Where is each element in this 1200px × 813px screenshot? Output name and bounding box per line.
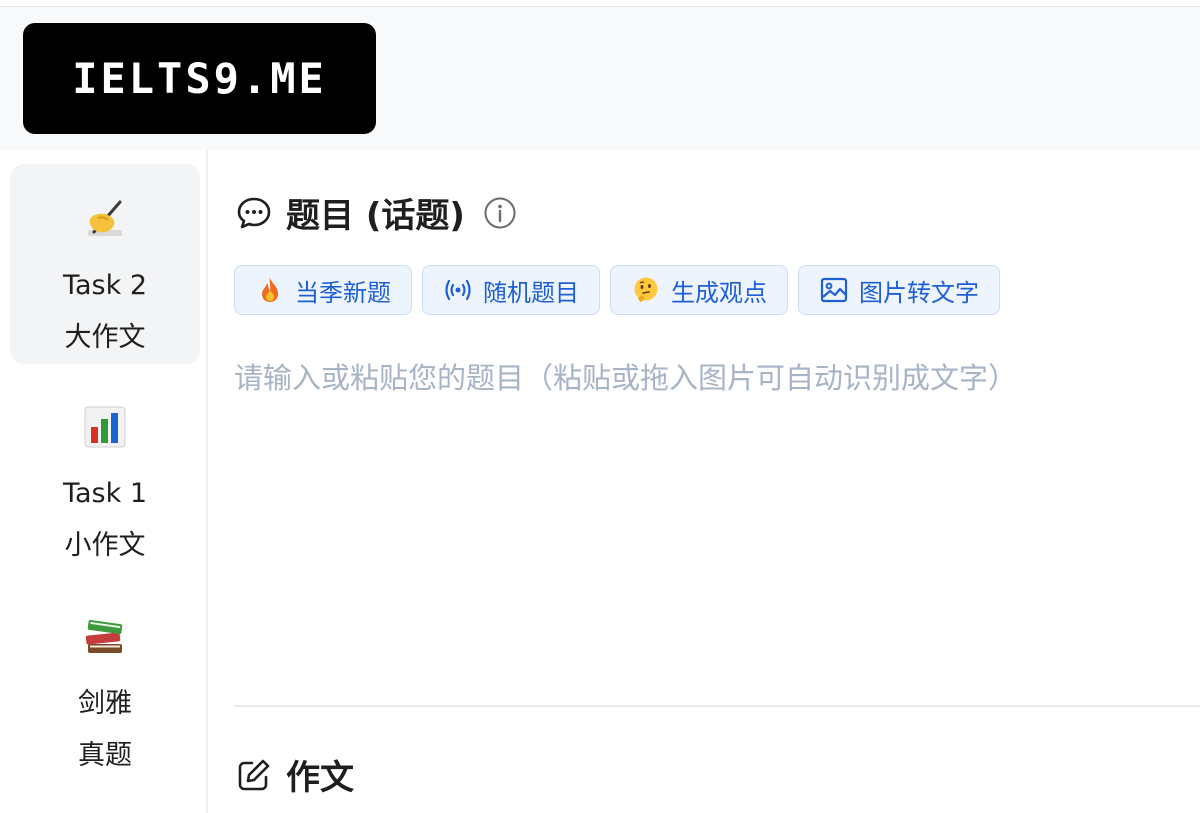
sidebar-item-title: Task 2 [62,270,148,301]
image-to-text-label: 图片转文字 [859,278,979,307]
topic-heading: 题目 (话题) [236,188,517,237]
random-topic-label: 随机题目 [483,278,579,307]
sidebar-item-subtitle: 大作文 [64,322,146,353]
sidebar-item-label: 剑雅 真题 [78,678,132,782]
sidebar-item-title: Task 1 [62,478,148,509]
logo[interactable]: IELTS9.ME [23,23,376,134]
topic-actions: 当季新题 随机题目 生成观点 图片转文字 [234,265,1010,319]
topic-title: 题目 (话题) [286,196,465,236]
random-topic-button[interactable]: 随机题目 [422,265,600,315]
info-icon[interactable] [483,196,517,230]
section-divider [234,705,1200,707]
header: IELTS9.ME [0,7,1200,150]
image-to-text-button[interactable]: 图片转文字 [798,265,1000,315]
sidebar-item-label: Task 2 大作文 [63,260,147,364]
sidebar-item-task2[interactable]: Task 2 大作文 [10,164,200,364]
sidebar-item-task1[interactable]: Task 1 小作文 [10,372,200,572]
thinking-face-icon [631,275,661,305]
sidebar-item-label: Task 1 小作文 [63,468,147,572]
sidebar-item-cambridge[interactable]: 剑雅 真题 [10,582,200,782]
main-content: 题目 (话题) 当季新题 随机题目 生成观点 图片转文字 请输入或粘贴您的题目（… [208,150,1200,813]
generate-ideas-button[interactable]: 生成观点 [610,265,788,315]
seasonal-topics-button[interactable]: 当季新题 [234,265,412,315]
seasonal-topics-label: 当季新题 [295,278,391,307]
topic-input[interactable] [234,345,1200,705]
logo-text: IELTS9.ME [72,54,327,103]
fire-icon [255,275,285,305]
bar-chart-icon [80,402,130,452]
top-border [0,0,1200,7]
sidebar-item-subtitle: 真题 [78,740,132,771]
essay-title: 作文 [286,758,354,798]
radio-waves-icon [443,275,473,305]
edit-icon [236,757,272,793]
sidebar-item-title: 剑雅 [78,688,132,719]
sidebar-item-subtitle: 小作文 [64,530,146,561]
image-icon [819,275,849,305]
writing-hand-icon [80,194,130,244]
sidebar: Task 2 大作文 Task 1 小作文 剑雅 真题 [0,150,208,813]
essay-heading: 作文 [236,750,354,799]
books-icon [80,612,130,662]
chat-bubble-icon [236,195,272,231]
generate-ideas-label: 生成观点 [671,278,767,307]
